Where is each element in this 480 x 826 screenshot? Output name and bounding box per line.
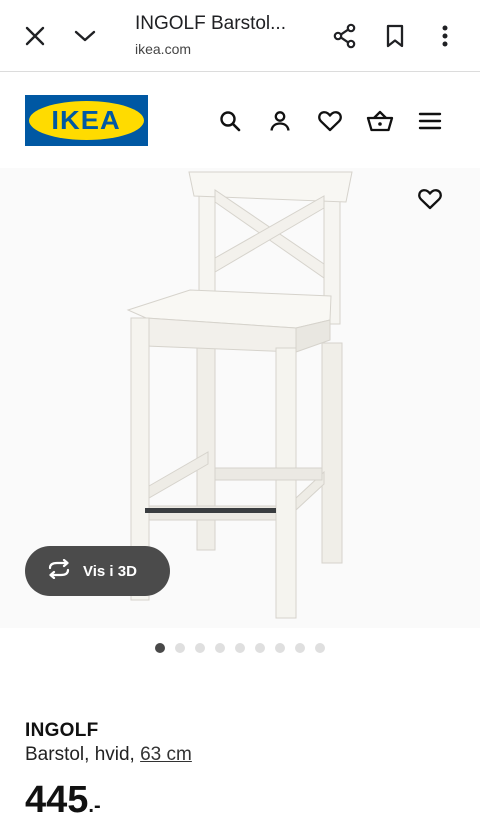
carousel-dot-7[interactable] bbox=[275, 643, 285, 653]
user-icon[interactable] bbox=[266, 107, 294, 135]
product-type-color: Barstol, hvid, bbox=[25, 744, 141, 765]
product-description: Barstol, hvid, 63 cm bbox=[25, 744, 192, 766]
product-price: 445.- bbox=[25, 780, 101, 826]
carousel-dot-5[interactable] bbox=[235, 643, 245, 653]
carousel-dot-1[interactable] bbox=[155, 643, 165, 653]
logo-oval: IKEA bbox=[29, 101, 144, 140]
price-suffix: .- bbox=[88, 795, 101, 817]
basket-icon[interactable] bbox=[366, 107, 394, 135]
view-in-3d-label: Vis i 3D bbox=[83, 562, 137, 580]
search-icon[interactable] bbox=[216, 107, 244, 135]
heart-icon[interactable] bbox=[316, 107, 344, 135]
carousel-dot-6[interactable] bbox=[255, 643, 265, 653]
share-icon[interactable] bbox=[329, 20, 361, 52]
bookmark-icon[interactable] bbox=[379, 20, 411, 52]
carousel-dot-9[interactable] bbox=[315, 643, 325, 653]
carousel-dot-4[interactable] bbox=[215, 643, 225, 653]
view-in-3d-button[interactable]: Vis i 3D bbox=[25, 546, 170, 596]
carousel-dot-3[interactable] bbox=[195, 643, 205, 653]
carousel-dot-2[interactable] bbox=[175, 643, 185, 653]
ikea-logo[interactable]: IKEA bbox=[25, 95, 148, 146]
close-icon[interactable] bbox=[19, 20, 51, 52]
chevron-down-icon[interactable] bbox=[69, 20, 101, 52]
price-integer: 445 bbox=[25, 779, 89, 821]
logo-text: IKEA bbox=[51, 105, 122, 135]
more-vert-icon[interactable] bbox=[429, 20, 461, 52]
page-url: ikea.com bbox=[135, 41, 192, 57]
product-size-link[interactable]: 63 cm bbox=[140, 744, 192, 765]
browser-toolbar: INGOLF Barstol... ikea.com bbox=[0, 0, 480, 72]
page-title: INGOLF Barstol... bbox=[135, 13, 286, 34]
add-to-favourites-heart-icon[interactable] bbox=[414, 184, 446, 214]
product-name: INGOLF bbox=[25, 720, 99, 741]
site-header: IKEA bbox=[0, 95, 480, 146]
carousel-dot-8[interactable] bbox=[295, 643, 305, 653]
tab-title-area[interactable]: INGOLF Barstol... ikea.com bbox=[135, 13, 315, 57]
menu-icon[interactable] bbox=[416, 107, 444, 135]
carousel-dots bbox=[155, 643, 325, 653]
rotate-3d-icon bbox=[45, 558, 73, 584]
